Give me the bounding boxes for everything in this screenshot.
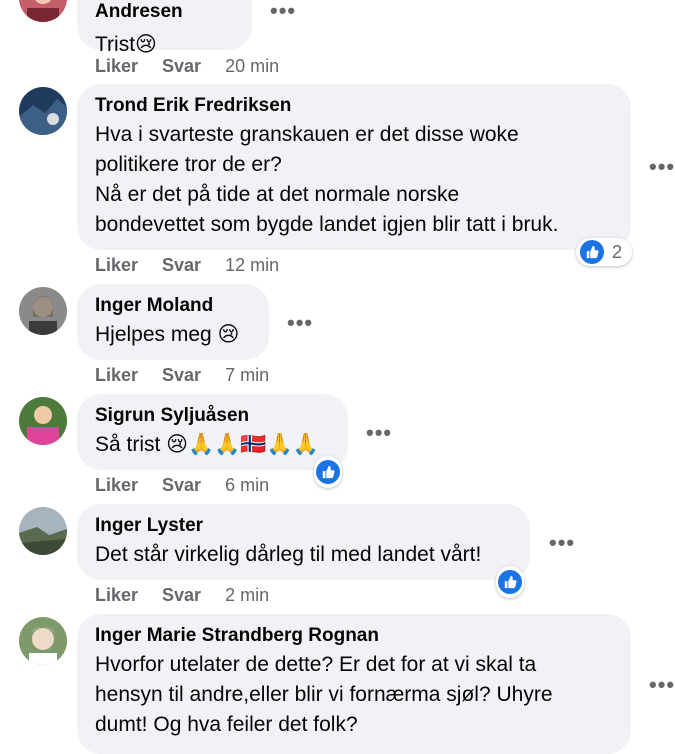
comment-actions: Liker Svar 2 min xyxy=(95,585,269,606)
comment-text: Hva i svarteste granskauen er det disse … xyxy=(95,123,559,236)
reply-button[interactable]: Svar xyxy=(162,56,201,77)
reaction-summary[interactable] xyxy=(496,566,524,598)
comment-bubble: Sigrun Syljuåsen Så trist 😢🙏🙏🇳🇴🙏🙏 xyxy=(77,394,348,470)
comment-bubble: Inger Marie Strandberg Rognan Hvorfor ut… xyxy=(77,614,631,754)
author-name[interactable]: Inger Marie Strandberg Rognan xyxy=(95,624,613,648)
timestamp[interactable]: 20 min xyxy=(225,56,279,77)
comment-actions: Liker Svar 12 min xyxy=(95,255,279,276)
avatar[interactable] xyxy=(19,617,67,665)
more-options-icon[interactable]: ••• xyxy=(270,0,296,22)
like-button[interactable]: Liker xyxy=(95,255,138,276)
like-reaction-icon xyxy=(580,240,604,264)
author-name[interactable]: Lillian Andresen xyxy=(95,0,234,24)
comment-bubble: Inger Moland Hjelpes meg 😢 xyxy=(77,284,269,360)
author-name[interactable]: Sigrun Syljuåsen xyxy=(95,404,330,428)
avatar[interactable] xyxy=(19,287,67,335)
like-button[interactable]: Liker xyxy=(95,475,138,496)
timestamp[interactable]: 7 min xyxy=(225,365,269,386)
like-button[interactable]: Liker xyxy=(95,585,138,606)
timestamp[interactable]: 12 min xyxy=(225,255,279,276)
reply-button[interactable]: Svar xyxy=(162,255,201,276)
reaction-summary[interactable]: 2 xyxy=(576,238,633,266)
avatar[interactable] xyxy=(19,507,67,555)
reply-button[interactable]: Svar xyxy=(162,585,201,606)
author-name[interactable]: Trond Erik Fredriksen xyxy=(95,94,613,118)
comment-actions: Liker Svar 20 min xyxy=(95,56,279,77)
comment-text: Det står virkelig dårleg til med landet … xyxy=(95,543,482,566)
timestamp[interactable]: 2 min xyxy=(225,585,269,606)
avatar[interactable] xyxy=(19,397,67,445)
like-button[interactable]: Liker xyxy=(95,365,138,386)
comment-bubble: Inger Lyster Det står virkelig dårleg ti… xyxy=(77,504,530,580)
reaction-count: 2 xyxy=(612,241,623,262)
avatar[interactable] xyxy=(19,0,67,22)
more-options-icon[interactable]: ••• xyxy=(649,156,675,178)
reaction-summary[interactable] xyxy=(314,456,342,488)
like-button[interactable]: Liker xyxy=(95,56,138,77)
comment-bubble: Trond Erik Fredriksen Hva i svarteste gr… xyxy=(77,84,631,250)
like-reaction-icon xyxy=(498,570,522,594)
avatar[interactable] xyxy=(19,87,67,135)
comment-text: Hvorfor utelater de dette? Er det for at… xyxy=(95,653,553,736)
reply-button[interactable]: Svar xyxy=(162,365,201,386)
more-options-icon[interactable]: ••• xyxy=(287,312,313,334)
author-name[interactable]: Inger Lyster xyxy=(95,514,512,538)
more-options-icon[interactable]: ••• xyxy=(549,532,575,554)
comment-text: Hjelpes meg 😢 xyxy=(95,323,240,346)
author-name[interactable]: Inger Moland xyxy=(95,294,251,318)
like-reaction-icon xyxy=(316,460,340,484)
more-options-icon[interactable]: ••• xyxy=(649,674,675,696)
comment-actions: Liker Svar 6 min xyxy=(95,475,269,496)
comment-text: Så trist 😢🙏🙏🇳🇴🙏🙏 xyxy=(95,433,319,456)
timestamp[interactable]: 6 min xyxy=(225,475,269,496)
more-options-icon[interactable]: ••• xyxy=(366,422,392,444)
comment-bubble: Lillian Andresen Trist😢 xyxy=(77,0,252,56)
reply-button[interactable]: Svar xyxy=(162,475,201,496)
comment-actions: Liker Svar 7 min xyxy=(95,365,269,386)
